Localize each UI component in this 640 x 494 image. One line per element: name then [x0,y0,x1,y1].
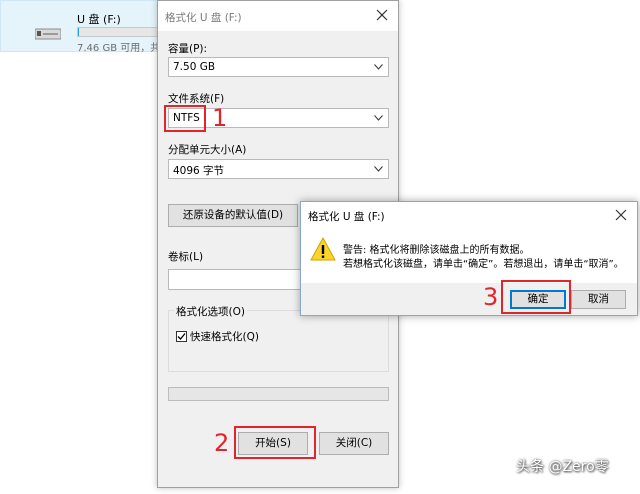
close-icon[interactable] [613,207,629,223]
annotation-number-2: 2 [214,429,230,457]
warning-dialog-titlebar[interactable]: 格式化 U 盘 (F:) [301,202,637,228]
chevron-down-icon [374,115,383,121]
drive-usage-bar [77,27,165,37]
format-options-label: 格式化选项(O) [174,304,247,319]
drive-name: U 盘 (F:) [77,13,121,26]
drive-tile[interactable]: U 盘 (F:) 7.46 GB 可用，共 [0,0,165,54]
annotation-number-1: 1 [212,104,228,132]
format-progress-bar [168,387,389,401]
annotation-number-3: 3 [483,283,499,311]
volume-label: 卷标(L) [168,251,204,263]
warning-dialog-footer: 确定 取消 [301,283,637,315]
restore-defaults-label: 还原设备的默认值(D) [182,209,284,221]
close-button[interactable]: 关闭(C) [319,432,389,455]
close-icon[interactable] [374,7,390,23]
format-dialog-title: 格式化 U 盘 (F:) [165,12,242,24]
drive-usage-fill [78,28,79,36]
usb-drive-icon [35,28,61,40]
allocation-select[interactable]: 4096 字节 [168,159,389,179]
warning-dialog: 格式化 U 盘 (F:) 警告: 格式化将删除该磁盘上的所有数据。 若想格式化该… [300,201,638,316]
annotation-box-2 [234,426,316,459]
restore-defaults-button[interactable]: 还原设备的默认值(D) [168,204,298,227]
cancel-button-label: 取消 [588,293,609,305]
annotation-box-1 [164,105,206,132]
warning-message-line1: 警告: 格式化将删除该磁盘上的所有数据。 [343,245,530,256]
capacity-label: 容量(P): [168,43,208,55]
capacity-select[interactable]: 7.50 GB [168,57,389,77]
checkmark-icon [177,333,186,340]
drive-free-space: 7.46 GB 可用，共 [77,43,161,54]
warning-dialog-title: 格式化 U 盘 (F:) [308,211,385,223]
annotation-box-3 [501,280,571,314]
close-button-label: 关闭(C) [335,437,373,449]
cancel-button[interactable]: 取消 [571,290,626,309]
allocation-value: 4096 字节 [173,165,225,177]
warning-icon [310,237,336,261]
quick-format-label: 快速格式化(Q) [190,331,259,343]
chevron-down-icon [374,64,383,70]
capacity-value: 7.50 GB [173,61,216,73]
chevron-down-icon [374,166,383,172]
allocation-label: 分配单元大小(A) [168,144,247,156]
warning-message-line2: 若想格式化该磁盘，请单击“确定”。若想退出，请单击“取消”。 [343,259,624,270]
watermark: 头条 @Zero零 [516,459,609,475]
quick-format-checkbox[interactable] [176,331,187,342]
format-dialog-titlebar[interactable]: 格式化 U 盘 (F:) [158,1,398,31]
